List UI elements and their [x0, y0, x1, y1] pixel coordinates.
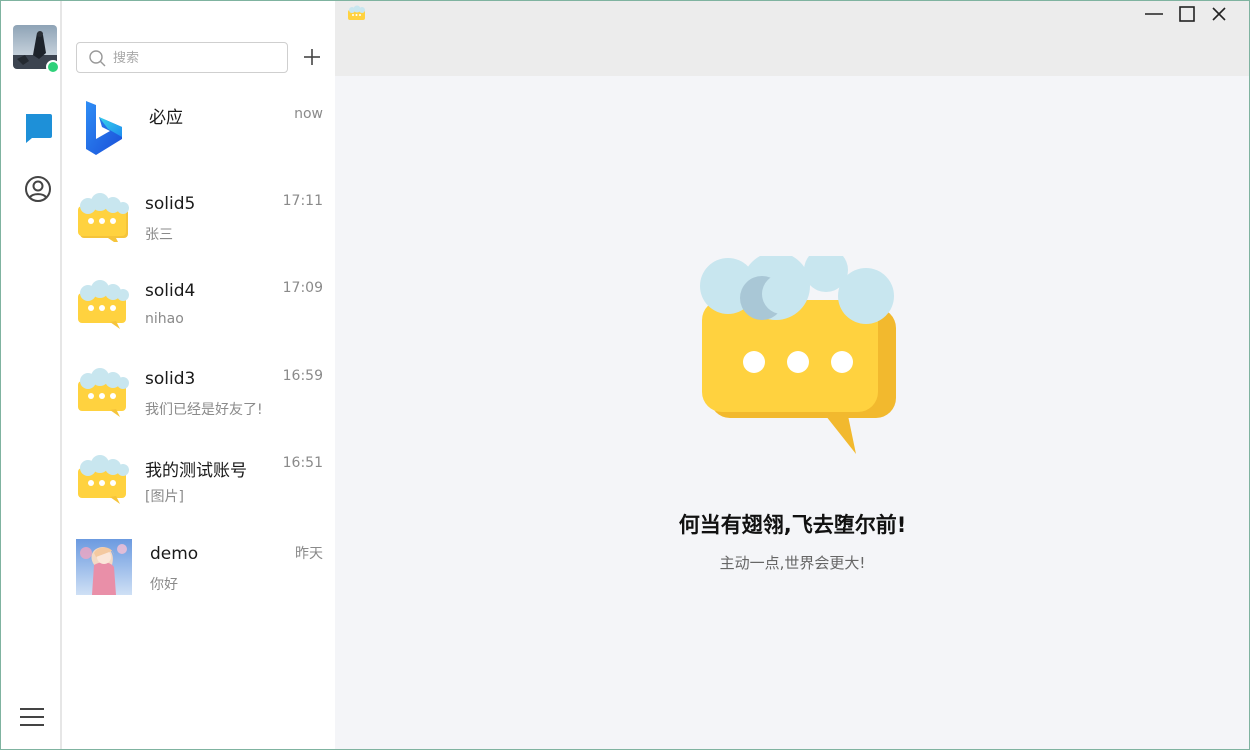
plus-icon: [304, 49, 320, 65]
close-icon: [1212, 7, 1226, 21]
chat-bubble-avatar-icon: [76, 448, 132, 504]
conversation-item[interactable]: solid3 我们已经是好友了! 16:59: [64, 351, 335, 438]
messages-nav-icon[interactable]: [20, 109, 56, 145]
conversation-time: 17:09: [282, 280, 323, 296]
conversation-preview: [图片]: [145, 489, 184, 505]
conversation-name: solid3: [145, 369, 196, 389]
main-content: 何当有翅翎,飞去堕尔前! 主动一点,世界会更大!: [335, 76, 1249, 749]
minimize-button[interactable]: [1141, 3, 1167, 25]
hamburger-menu-icon[interactable]: [18, 704, 46, 730]
search-icon: [89, 50, 106, 67]
maximize-icon: [1179, 6, 1195, 22]
add-button[interactable]: [302, 47, 322, 67]
conversation-name: 我的测试账号: [145, 461, 247, 481]
conversation-preview: 你好: [150, 577, 178, 593]
welcome-subtitle: 主动一点,世界会更大!: [719, 554, 866, 572]
conversation-item[interactable]: demo 你好 昨天: [64, 526, 335, 613]
chat-bubble-avatar-icon: [76, 361, 132, 417]
search-input[interactable]: [113, 47, 281, 69]
conversation-item[interactable]: 必应 now: [64, 89, 335, 176]
title-bar[interactable]: [335, 1, 1249, 76]
conversation-time: now: [294, 106, 323, 122]
anime-photo-avatar: [76, 539, 132, 595]
conversation-name: solid5: [145, 194, 196, 214]
conversation-time: 17:11: [282, 193, 323, 209]
conversation-preview: nihao: [145, 311, 184, 327]
conversation-item[interactable]: 我的测试账号 [图片] 16:51: [64, 438, 335, 525]
conversation-preview: 我们已经是好友了!: [145, 402, 263, 418]
contacts-nav-icon[interactable]: [20, 171, 56, 207]
conversation-preview: 张三: [145, 227, 173, 243]
app-window: 必应 now solid5 张三 17:11: [0, 0, 1250, 750]
chat-bubble-avatar-icon: [76, 273, 132, 329]
welcome-title: 何当有翅翎,飞去堕尔前!: [678, 513, 907, 537]
conversation-time: 16:51: [282, 455, 323, 471]
conversation-item[interactable]: solid5 张三 17:11: [64, 176, 335, 263]
search-box[interactable]: [76, 42, 288, 73]
bing-logo-icon: [78, 99, 134, 155]
conversation-name: 必应: [149, 108, 183, 128]
conversation-time: 昨天: [295, 546, 323, 562]
close-button[interactable]: [1206, 3, 1232, 25]
conversation-time: 16:59: [282, 368, 323, 384]
app-logo-icon: [347, 5, 367, 22]
chat-bubble-illustration-icon: [698, 248, 898, 456]
online-status-dot: [46, 60, 60, 74]
minimize-icon: [1145, 13, 1163, 15]
conversation-name: solid4: [145, 281, 196, 301]
maximize-button[interactable]: [1174, 3, 1200, 25]
conversation-name: demo: [150, 544, 199, 564]
conversation-list-pane: 必应 now solid5 张三 17:11: [64, 1, 335, 749]
left-rail: [1, 1, 62, 749]
chat-bubble-avatar-icon: [76, 186, 132, 246]
conversation-item[interactable]: solid4 nihao 17:09: [64, 263, 335, 350]
